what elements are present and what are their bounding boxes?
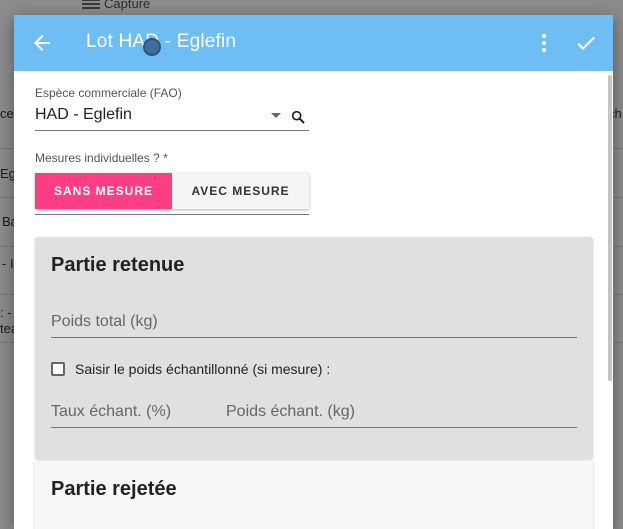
modal-header: Lot HAD - Eglefin <box>14 15 613 71</box>
measures-label: Mesures individuelles ? * <box>35 151 168 165</box>
species-underline <box>35 130 309 131</box>
arrow-back-icon[interactable] <box>30 31 54 55</box>
more-vert-icon[interactable] <box>532 31 556 55</box>
sample-weight-checkbox-label[interactable]: Saisir le poids échantillonné (si mesure… <box>75 361 330 377</box>
rejected-title: Partie rejetée <box>51 478 177 500</box>
retained-card: Partie retenue Poids total (kg) Saisir l… <box>35 237 593 459</box>
modal-title: Lot HAD - Eglefin <box>86 31 237 52</box>
species-select[interactable]: HAD - Eglefin <box>35 106 132 124</box>
measures-toggle: SANS MESURE AVEC MESURE <box>35 173 309 209</box>
total-weight-underline <box>51 337 577 338</box>
with-measure-button[interactable]: AVEC MESURE <box>172 173 309 209</box>
batch-modal: Lot HAD - Eglefin Espèce commerciale (FA… <box>14 15 613 529</box>
loading-spinner <box>143 38 161 56</box>
dropdown-arrow-icon[interactable] <box>271 113 281 118</box>
sample-weight-input[interactable]: Poids échant. (kg) <box>226 403 355 421</box>
sample-underline <box>51 427 577 428</box>
without-measure-button[interactable]: SANS MESURE <box>35 173 172 209</box>
total-weight-input[interactable]: Poids total (kg) <box>51 313 158 331</box>
sample-weight-checkbox[interactable] <box>51 362 65 376</box>
rejected-card: Partie rejetée <box>35 461 593 529</box>
modal-content: Espèce commerciale (FAO) HAD - Eglefin M… <box>14 71 613 529</box>
retained-title: Partie retenue <box>51 254 185 276</box>
species-label: Espèce commerciale (FAO) <box>35 86 182 100</box>
sample-rate-input[interactable]: Taux échant. (%) <box>51 403 171 421</box>
scrollbar[interactable] <box>608 75 612 381</box>
check-icon[interactable] <box>574 31 598 55</box>
toggle-underline <box>35 214 309 215</box>
search-icon[interactable] <box>290 109 306 125</box>
